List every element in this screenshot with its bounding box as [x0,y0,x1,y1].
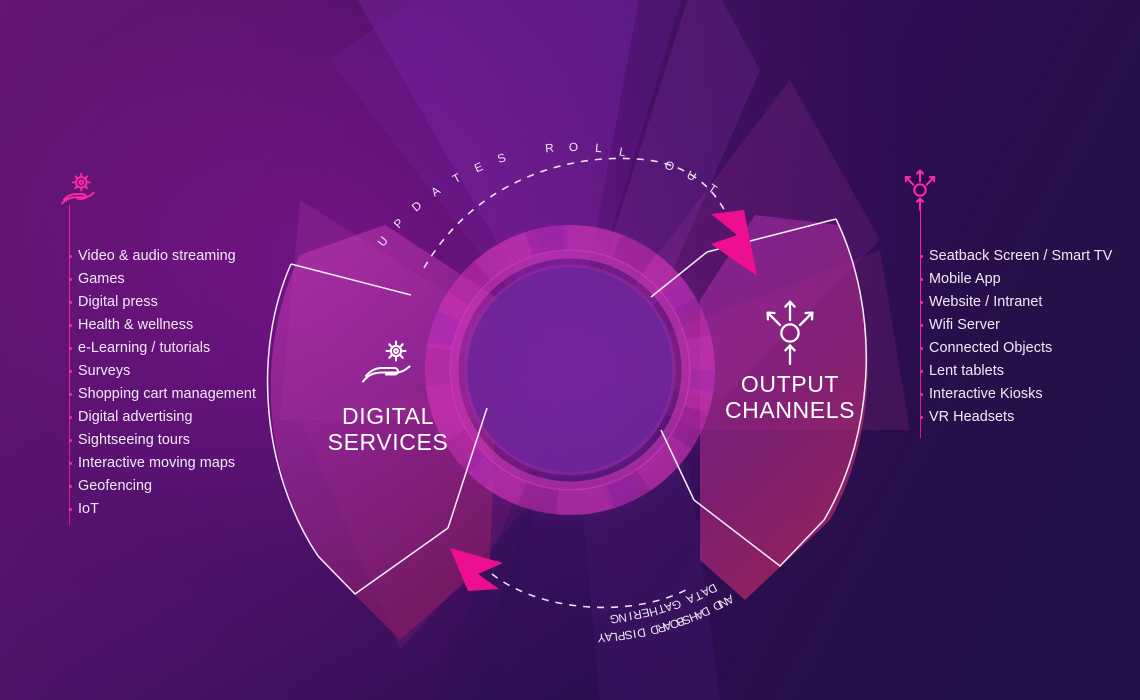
list-item[interactable]: e-Learning / tutorials [69,337,256,360]
digital-services-line2: SERVICES [327,429,449,455]
digital-services-line1: DIGITAL [342,403,434,429]
list-item[interactable]: IoT [69,498,256,521]
list-item[interactable]: Interactive Kiosks [920,383,1112,406]
list-item[interactable]: Digital press [69,291,256,314]
list-item-label: Digital advertising [78,409,193,425]
list-item[interactable]: Games [69,268,256,291]
list-item-label: Wifi Server [929,317,1000,333]
list-item[interactable]: Wifi Server [920,314,1112,337]
list-item[interactable]: Connected Objects [920,337,1112,360]
list-item-label: Health & wellness [78,317,194,333]
list-item[interactable]: Mobile App [920,268,1112,291]
right-rail-broadcast-icon [904,169,936,211]
list-item-label: Interactive Kiosks [929,386,1043,402]
list-item-label: Geofencing [78,478,153,494]
digital-services-caption: DIGITAL SERVICES [288,403,488,455]
list-item[interactable]: Geofencing [69,475,256,498]
list-item-label: IoT [78,501,99,517]
list-item[interactable]: Video & audio streaming [69,245,256,268]
list-item[interactable]: Surveys [69,360,256,383]
list-item-label: Games [78,271,125,287]
list-item[interactable]: Seatback Screen / Smart TV [920,245,1113,268]
left-list-items: Video & audio streaming Games Digital pr… [69,245,256,521]
list-item-label: Video & audio streaming [78,248,236,264]
output-channels-line2: CHANNELS [724,397,856,423]
list-item[interactable]: Digital advertising [69,406,256,429]
left-list-rail [69,205,71,525]
list-item[interactable]: Lent tablets [920,360,1112,383]
list-item[interactable]: Health & wellness [69,314,256,337]
list-item-label: Connected Objects [929,340,1053,356]
left-rail-gear-hand-icon [61,172,95,205]
list-item-label: Surveys [78,363,131,379]
list-item[interactable]: Sightseeing tours [69,429,256,452]
list-item-label: Sightseeing tours [78,432,191,448]
list-item-label: Digital press [78,294,158,310]
list-item[interactable]: Website / Intranet [920,291,1112,314]
output-channels-caption: OUTPUT CHANNELS [690,371,890,423]
list-item[interactable]: Shopping cart management [69,383,256,406]
list-item-label: Website / Intranet [929,294,1043,310]
center-ring-group [410,210,730,530]
list-item[interactable]: Interactive moving maps [69,452,256,475]
list-item-label: Lent tablets [929,363,1005,379]
right-list-rail [920,205,922,438]
list-item-label: Mobile App [929,271,1001,287]
list-item-label: Shopping cart management [78,386,256,402]
output-channels-line1: OUTPUT [740,371,840,397]
list-item-label: e-Learning / tutorials [78,340,211,356]
list-item-label: Interactive moving maps [78,455,236,471]
list-item-label: VR Headsets [929,409,1015,425]
infographic-canvas: Video & audio streaming Games Digital pr… [0,0,1140,700]
right-list-items: Seatback Screen / Smart TV Mobile App We… [920,245,1113,429]
list-item-label: Seatback Screen / Smart TV [929,248,1113,264]
list-item[interactable]: VR Headsets [920,406,1112,429]
